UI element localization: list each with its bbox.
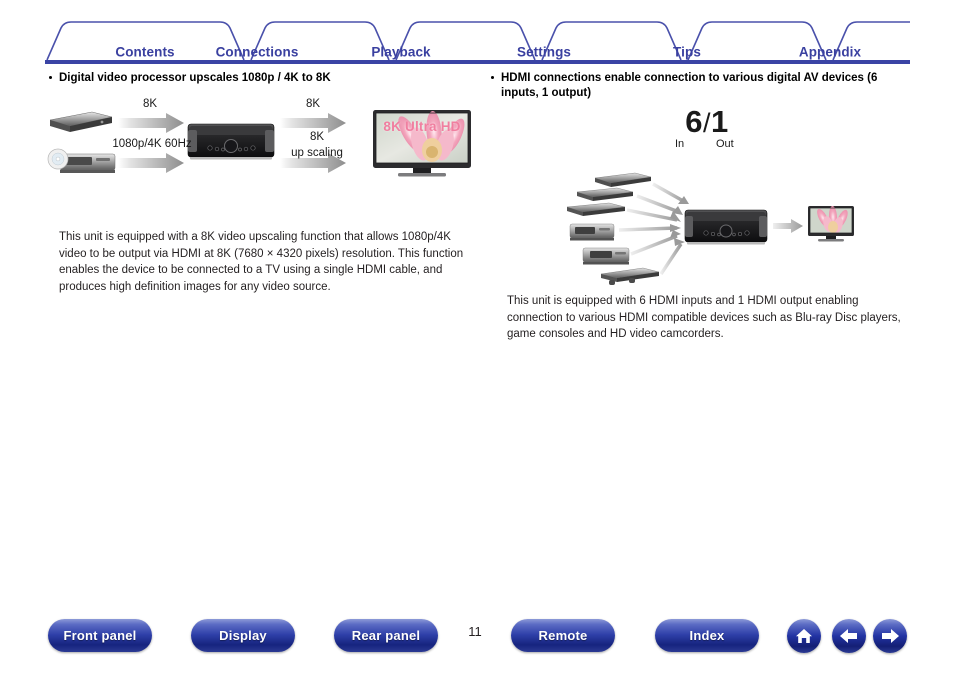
hdmi-inputs-count: 6 xyxy=(685,104,703,139)
label-out: Out xyxy=(716,138,734,150)
home-button[interactable] xyxy=(787,619,821,653)
label-8k-output: 8K xyxy=(305,98,321,110)
tab-settings[interactable]: Settings xyxy=(517,45,571,60)
ratio-separator: / xyxy=(702,108,711,138)
hdmi-io-ratio-labels: In Out xyxy=(657,138,757,154)
home-icon xyxy=(796,629,812,643)
remote-button[interactable]: Remote xyxy=(511,619,615,652)
page-number: 11 xyxy=(468,624,482,639)
document-page: Contents Connections Playback Settings T… xyxy=(0,0,954,673)
index-button[interactable]: Index xyxy=(655,619,759,652)
label-8k-upscaling-line2: up scaling xyxy=(291,147,343,159)
left-body-paragraph: This unit is equipped with a 8K video up… xyxy=(59,231,464,293)
tab-playback[interactable]: Playback xyxy=(371,45,430,60)
bottom-navigation-bar[interactable]: Front panel Display Rear panel 11 Remote… xyxy=(0,615,954,663)
arrow-left-icon xyxy=(840,629,857,643)
device-input-1-bluray xyxy=(594,172,652,187)
label-in: In xyxy=(675,138,685,150)
tv-overlay-label: 8K Ultra HD xyxy=(383,119,461,134)
upscaling-diagram-graphic xyxy=(47,110,471,177)
left-section-heading: Digital video processor upscales 1080p /… xyxy=(49,71,459,86)
hdmi-outputs-count: 1 xyxy=(711,104,729,139)
arrow-right-icon xyxy=(882,629,899,643)
tab-tips[interactable]: Tips xyxy=(673,45,701,60)
device-input-5-deck xyxy=(582,247,630,265)
hdmi-connection-diagram xyxy=(565,168,855,286)
device-input-6-game-console xyxy=(600,267,660,285)
device-input-4-media-player xyxy=(569,223,615,241)
device-disc-player xyxy=(47,148,116,173)
device-av-receiver-right xyxy=(684,209,768,245)
device-av-receiver-center xyxy=(187,123,275,160)
front-panel-button[interactable]: Front panel xyxy=(48,619,152,652)
rear-panel-button[interactable]: Rear panel xyxy=(334,619,438,652)
device-output-television xyxy=(808,206,854,242)
device-bluray-top xyxy=(49,111,113,132)
device-input-3-dvd xyxy=(566,202,626,216)
right-section-heading: HDMI connections enable connection to va… xyxy=(491,71,881,101)
forward-button[interactable] xyxy=(873,619,907,653)
bullet-dot-icon xyxy=(491,76,494,79)
top-tab-bar[interactable]: Contents Connections Playback Settings T… xyxy=(45,20,910,64)
hdmi-output-arrow xyxy=(773,219,803,233)
hdmi-io-ratio: 6/1 In Out xyxy=(657,105,757,154)
tab-contents[interactable]: Contents xyxy=(115,45,174,60)
arrow-1080p-in xyxy=(118,153,184,173)
tab-appendix[interactable]: Appendix xyxy=(799,45,861,60)
arrow-8k-out-top xyxy=(280,113,346,133)
display-button[interactable]: Display xyxy=(191,619,295,652)
device-input-2-player xyxy=(576,187,634,201)
arrow-8k-in xyxy=(118,113,184,133)
tab-connections[interactable]: Connections xyxy=(216,45,299,60)
tab-bar-shapes xyxy=(45,21,910,64)
label-8k-input: 8K xyxy=(142,98,158,110)
bullet-dot-icon xyxy=(49,76,52,79)
label-1080p-4k-60hz: 1080p/4K 60Hz xyxy=(112,138,192,150)
hdmi-io-ratio-numbers: 6/1 xyxy=(657,105,757,140)
right-body-paragraph: This unit is equipped with 6 HDMI inputs… xyxy=(507,295,901,341)
hdmi-connection-diagram-graphic xyxy=(566,172,854,285)
label-8k-upscaling-line1: 8K xyxy=(309,131,325,143)
back-button[interactable] xyxy=(832,619,866,653)
upscaling-diagram: 8K Ultra HD 8K 1080p/4K 60Hz 8K 8K up sc… xyxy=(40,92,480,187)
